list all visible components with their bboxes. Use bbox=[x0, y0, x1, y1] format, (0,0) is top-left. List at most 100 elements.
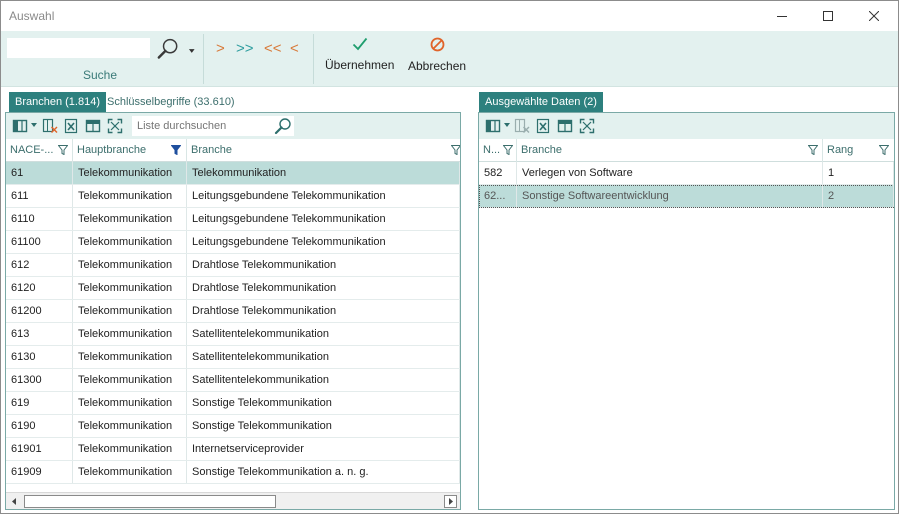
cell-hauptbranche: Telekommunikation bbox=[73, 346, 187, 368]
list-search-input[interactable] bbox=[132, 116, 294, 136]
maximize-button[interactable] bbox=[805, 1, 851, 31]
column-chooser-icon[interactable] bbox=[485, 118, 501, 134]
fullscreen-icon[interactable] bbox=[107, 118, 123, 134]
cancel-button[interactable]: Abbrechen bbox=[408, 37, 466, 83]
column-header-nace[interactable]: NACE-... bbox=[6, 139, 73, 162]
cell-hauptbranche: Telekommunikation bbox=[73, 323, 187, 345]
cell-hauptbranche: Telekommunikation bbox=[73, 185, 187, 207]
cell-nace: 61 bbox=[6, 162, 73, 184]
cell-nace: 619 bbox=[6, 392, 73, 414]
scroll-left-icon[interactable] bbox=[8, 495, 21, 508]
table-row[interactable]: 619 Telekommunikation Sonstige Telekommuni… bbox=[6, 392, 460, 415]
column-header-label: N... bbox=[483, 144, 501, 156]
clear-filter-icon[interactable] bbox=[42, 118, 58, 134]
selected-grid-panel: N... Branche Rang 582 Verlegen von Softwa… bbox=[478, 112, 895, 510]
column-header-branche[interactable]: Branche bbox=[517, 139, 823, 162]
cell-branche: Sonstige Softwareentwicklung bbox=[517, 185, 823, 207]
cell-branche: Satellitentelekommunikation bbox=[187, 346, 460, 368]
table-row[interactable]: 6110 Telekommunikation Leitungsgebundene T… bbox=[6, 208, 460, 231]
column-chooser-icon[interactable] bbox=[12, 118, 28, 134]
search-icon[interactable] bbox=[274, 117, 292, 135]
filter-active-icon[interactable] bbox=[171, 145, 181, 155]
excel-export-icon[interactable] bbox=[63, 118, 79, 134]
cell-branche: Verlegen von Software bbox=[517, 162, 823, 184]
grid-header: NACE-... Hauptbranche Branche bbox=[6, 139, 460, 162]
cell-branche: Drahtlose Telekommunikation bbox=[187, 254, 460, 276]
cell-nace: 613 bbox=[6, 323, 73, 345]
cell-nace: 612 bbox=[6, 254, 73, 276]
column-header-rang[interactable]: Rang bbox=[823, 139, 894, 162]
cell-branche: Internetserviceprovider bbox=[187, 438, 460, 460]
move-all-left-button[interactable]: << bbox=[264, 40, 282, 57]
minimize-button[interactable] bbox=[759, 1, 805, 31]
fullscreen-icon[interactable] bbox=[579, 118, 595, 134]
move-right-button[interactable]: > bbox=[216, 40, 225, 57]
cell-hauptbranche: Telekommunikation bbox=[73, 461, 187, 483]
tab-branchen[interactable]: Branchen (1.814) bbox=[9, 92, 106, 112]
tab-ausgewaehlte-daten[interactable]: Ausgewählte Daten (2) bbox=[479, 92, 603, 112]
column-header-branche[interactable]: Branche bbox=[187, 139, 460, 162]
chevron-down-icon[interactable] bbox=[31, 123, 37, 127]
table-row[interactable]: 61100 Telekommunikation Leitungsgebundene … bbox=[6, 231, 460, 254]
column-header-nace[interactable]: N... bbox=[479, 139, 517, 162]
filter-icon[interactable] bbox=[503, 145, 513, 155]
table-row[interactable]: 61909 Telekommunikation Sonstige Telekommu… bbox=[6, 461, 460, 484]
cell-nace: 6120 bbox=[6, 277, 73, 299]
move-all-right-button[interactable]: >> bbox=[236, 40, 254, 57]
tab-schluesselbegriffe[interactable]: Schlüsselbegriffe (33.610) bbox=[101, 92, 241, 112]
chevron-down-icon bbox=[189, 49, 196, 53]
table-row[interactable]: 612 Telekommunikation Drahtlose Telekommun… bbox=[6, 254, 460, 277]
minimize-icon bbox=[777, 16, 787, 17]
cell-branche: Drahtlose Telekommunikation bbox=[187, 277, 460, 299]
cell-hauptbranche: Telekommunikation bbox=[73, 277, 187, 299]
table-row[interactable]: 62... Sonstige Softwareentwicklung 2 bbox=[479, 185, 894, 208]
ribbon-toolbar: Suche > >> << < Übernehmen Abbrechen bbox=[1, 31, 898, 87]
cell-branche: Sonstige Telekommunikation bbox=[187, 415, 460, 437]
chevron-down-icon[interactable] bbox=[504, 123, 510, 127]
right-tab-strip: Ausgewählte Daten (2) bbox=[479, 92, 679, 112]
filter-icon[interactable] bbox=[58, 145, 68, 155]
cell-nace: 6190 bbox=[6, 415, 73, 437]
move-left-button[interactable]: < bbox=[290, 40, 299, 57]
table-row[interactable]: 6130 Telekommunikation Satellitentelekommu… bbox=[6, 346, 460, 369]
apply-button[interactable]: Übernehmen bbox=[325, 37, 394, 83]
ribbon-separator bbox=[203, 34, 204, 84]
cell-nace: 611 bbox=[6, 185, 73, 207]
clear-filter-icon[interactable] bbox=[514, 118, 530, 134]
close-button[interactable] bbox=[851, 1, 897, 31]
cell-nace: 61100 bbox=[6, 231, 73, 253]
table-row[interactable]: 61200 Telekommunikation Drahtlose Telekomm… bbox=[6, 300, 460, 323]
cell-nace: 61901 bbox=[6, 438, 73, 460]
window-title: Auswahl bbox=[9, 9, 55, 23]
search-input[interactable] bbox=[6, 37, 151, 59]
table-row[interactable]: 611 Telekommunikation Leitungsgebundene Te… bbox=[6, 185, 460, 208]
table-row[interactable]: 582 Verlegen von Software 1 bbox=[479, 162, 894, 185]
cell-hauptbranche: Telekommunikation bbox=[73, 208, 187, 230]
filter-icon[interactable] bbox=[451, 145, 460, 155]
filter-icon[interactable] bbox=[808, 145, 818, 155]
table-row[interactable]: 6190 Telekommunikation Sonstige Telekommun… bbox=[6, 415, 460, 438]
search-group-label: Suche bbox=[82, 68, 118, 82]
cell-hauptbranche: Telekommunikation bbox=[73, 300, 187, 322]
table-row[interactable]: 61 Telekommunikation Telekommunikation bbox=[6, 162, 460, 185]
excel-export-icon[interactable] bbox=[535, 118, 551, 134]
close-icon bbox=[869, 11, 879, 21]
cell-branche: Leitungsgebundene Telekommunikation bbox=[187, 208, 460, 230]
grid-layout-icon[interactable] bbox=[557, 118, 573, 134]
cell-nace: 61200 bbox=[6, 300, 73, 322]
table-row[interactable]: 61901 Telekommunikation Internetservicepro… bbox=[6, 438, 460, 461]
table-row[interactable]: 613 Telekommunikation Satellitentelekommun… bbox=[6, 323, 460, 346]
ribbon-separator bbox=[313, 34, 314, 84]
table-row[interactable]: 61300 Telekommunikation Satellitentelekomm… bbox=[6, 369, 460, 392]
scroll-right-icon[interactable] bbox=[444, 495, 457, 508]
search-button[interactable] bbox=[156, 34, 196, 64]
column-header-label: Branche bbox=[521, 144, 562, 156]
scrollbar-thumb[interactable] bbox=[24, 495, 276, 508]
grid-layout-icon[interactable] bbox=[85, 118, 101, 134]
grid-header: N... Branche Rang bbox=[479, 139, 894, 162]
column-header-hauptbranche[interactable]: Hauptbranche bbox=[73, 139, 187, 162]
horizontal-scrollbar[interactable] bbox=[6, 492, 460, 509]
table-row[interactable]: 6120 Telekommunikation Drahtlose Telekommu… bbox=[6, 277, 460, 300]
cell-rang: 1 bbox=[823, 162, 894, 184]
filter-icon[interactable] bbox=[879, 145, 889, 155]
